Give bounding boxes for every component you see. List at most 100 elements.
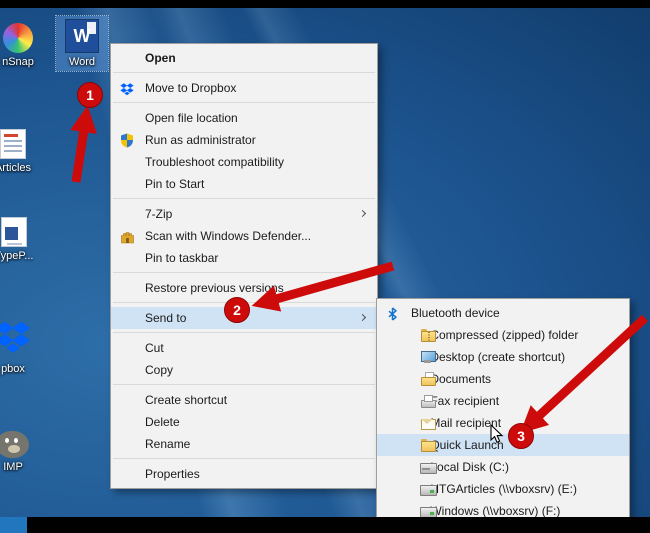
fax-icon bbox=[420, 394, 436, 409]
menu-item-cut[interactable]: Cut bbox=[111, 337, 377, 359]
menu-item-scan-with-windows-defender[interactable]: Scan with Windows Defender... bbox=[111, 225, 377, 247]
menu-item-label: Pin to taskbar bbox=[145, 251, 219, 265]
menu-item-label: Windows (\\vboxsrv) (F:) bbox=[430, 504, 561, 518]
step-1-badge: 1 bbox=[77, 82, 103, 108]
documents-icon bbox=[420, 372, 436, 387]
menu-item-create-shortcut[interactable]: Create shortcut bbox=[111, 389, 377, 411]
step-2-badge: 2 bbox=[224, 297, 250, 323]
menu-item-label: Documents bbox=[430, 372, 492, 386]
sendto-item-quick-launch[interactable]: Quick Launch bbox=[377, 434, 629, 456]
menu-item-label: Scan with Windows Defender... bbox=[145, 229, 312, 243]
menu-item-label: Fax recipient bbox=[430, 394, 500, 408]
menu-item-label: Cut bbox=[145, 341, 164, 355]
menu-item-7zip[interactable]: 7-Zip bbox=[111, 203, 377, 225]
sendto-item-desktop-shortcut[interactable]: Desktop (create shortcut) bbox=[377, 346, 629, 368]
sendto-item-local-disk-c[interactable]: Local Disk (C:) bbox=[377, 456, 629, 478]
menu-item-open[interactable]: Open bbox=[111, 47, 377, 69]
menu-item-open-file-location[interactable]: Open file location bbox=[111, 107, 377, 129]
menu-item-troubleshoot-compatibility[interactable]: Troubleshoot compatibility bbox=[111, 151, 377, 173]
menu-item-label: Pin to Start bbox=[145, 177, 205, 191]
monitor-icon bbox=[420, 350, 436, 365]
menu-separator bbox=[113, 198, 375, 199]
step-3-badge: 3 bbox=[508, 423, 534, 449]
desktop-icon-label: Word bbox=[68, 56, 96, 68]
sendto-item-fax-recipient[interactable]: Fax recipient bbox=[377, 390, 629, 412]
menu-item-copy[interactable]: Copy bbox=[111, 359, 377, 381]
desktop-icon-label: pbox bbox=[1, 363, 25, 375]
menu-separator bbox=[113, 72, 375, 73]
menu-separator bbox=[113, 272, 375, 273]
menu-item-label: Bluetooth device bbox=[411, 306, 500, 320]
menu-item-label: HTGArticles (\\vboxsrv) (E:) bbox=[430, 482, 578, 496]
bluetooth-icon bbox=[386, 306, 402, 321]
desktop-icon-snap-app[interactable]: nSnap bbox=[0, 20, 48, 71]
menu-item-label: 7-Zip bbox=[145, 207, 173, 221]
menu-item-rename[interactable]: Rename bbox=[111, 433, 377, 455]
disk-icon bbox=[420, 460, 437, 475]
desktop-icon-typep[interactable]: TypeP... bbox=[0, 214, 42, 265]
sendto-item-bluetooth-device[interactable]: Bluetooth device bbox=[377, 302, 629, 324]
network-drive-icon bbox=[420, 482, 437, 497]
sendto-item-compressed-folder[interactable]: Compressed (zipped) folder bbox=[377, 324, 629, 346]
desktop-icon-articles[interactable]: Articles bbox=[0, 126, 42, 177]
menu-item-pin-to-start[interactable]: Pin to Start bbox=[111, 173, 377, 195]
menu-separator bbox=[113, 384, 375, 385]
start-button[interactable] bbox=[0, 517, 27, 533]
menu-item-delete[interactable]: Delete bbox=[111, 411, 377, 433]
menu-item-label: Delete bbox=[145, 415, 180, 429]
menu-item-label: Restore previous versions bbox=[145, 281, 284, 295]
menu-item-move-to-dropbox[interactable]: Move to Dropbox bbox=[111, 77, 377, 99]
menu-item-label: Local Disk (C:) bbox=[430, 460, 510, 474]
taskbar bbox=[0, 517, 650, 533]
menu-item-label: Open bbox=[145, 51, 176, 65]
context-menu: Open Move to Dropbox Open file location … bbox=[110, 43, 378, 489]
menu-item-label: Desktop (create shortcut) bbox=[430, 350, 566, 364]
menu-separator bbox=[113, 102, 375, 103]
dropbox-icon bbox=[120, 81, 136, 96]
screenshot-top-border bbox=[0, 0, 650, 8]
menu-item-label: Open file location bbox=[145, 111, 238, 125]
folder-icon bbox=[420, 438, 436, 453]
desktop-icon-word[interactable]: W Word bbox=[55, 15, 109, 72]
sendto-item-htgarticles-e[interactable]: HTGArticles (\\vboxsrv) (E:) bbox=[377, 478, 629, 500]
defender-icon bbox=[120, 229, 136, 244]
word-logo-letter: W bbox=[73, 26, 91, 46]
sendto-item-mail-recipient[interactable]: Mail recipient bbox=[377, 412, 629, 434]
desktop-icon-label: Articles bbox=[0, 162, 32, 174]
sendto-item-documents[interactable]: Documents bbox=[377, 368, 629, 390]
desktop-icon-gimp[interactable]: IMP bbox=[0, 428, 40, 476]
word-document-icon bbox=[1, 217, 27, 247]
desktop-icon-label: TypeP... bbox=[0, 250, 34, 262]
submenu-arrow-icon bbox=[358, 209, 367, 218]
mail-icon bbox=[420, 416, 436, 431]
menu-item-label: Compressed (zipped) folder bbox=[430, 328, 579, 342]
menu-item-label: Send to bbox=[145, 311, 187, 325]
menu-item-properties[interactable]: Properties bbox=[111, 463, 377, 485]
submenu-arrow-icon bbox=[358, 313, 367, 322]
menu-separator bbox=[113, 458, 375, 459]
menu-item-label: Copy bbox=[145, 363, 174, 377]
uac-shield-icon bbox=[120, 133, 136, 148]
menu-item-label: Mail recipient bbox=[430, 416, 502, 430]
desktop-icon-label: nSnap bbox=[2, 56, 34, 68]
menu-item-label: Troubleshoot compatibility bbox=[145, 155, 284, 169]
menu-item-label: Rename bbox=[145, 437, 191, 451]
desktop-icon-dropbox[interactable]: pbox bbox=[0, 318, 44, 378]
zip-folder-icon bbox=[420, 328, 436, 343]
word-icon: W bbox=[65, 19, 99, 53]
menu-item-label: Move to Dropbox bbox=[145, 81, 237, 95]
menu-item-label: Properties bbox=[145, 467, 200, 481]
menu-item-label: Run as administrator bbox=[145, 133, 256, 147]
gimp-icon bbox=[0, 431, 29, 458]
menu-item-pin-to-taskbar[interactable]: Pin to taskbar bbox=[111, 247, 377, 269]
menu-item-label: Create shortcut bbox=[145, 393, 228, 407]
dropbox-icon bbox=[0, 321, 31, 360]
desktop-icon-label: IMP bbox=[3, 461, 23, 473]
snap-app-icon bbox=[3, 23, 33, 53]
send-to-submenu: Bluetooth device Compressed (zipped) fol… bbox=[376, 298, 630, 526]
menu-item-run-as-administrator[interactable]: Run as administrator bbox=[111, 129, 377, 151]
menu-separator bbox=[113, 332, 375, 333]
menu-item-label: Quick Launch bbox=[430, 438, 504, 452]
menu-item-restore-previous-versions[interactable]: Restore previous versions bbox=[111, 277, 377, 299]
document-icon bbox=[0, 129, 26, 159]
